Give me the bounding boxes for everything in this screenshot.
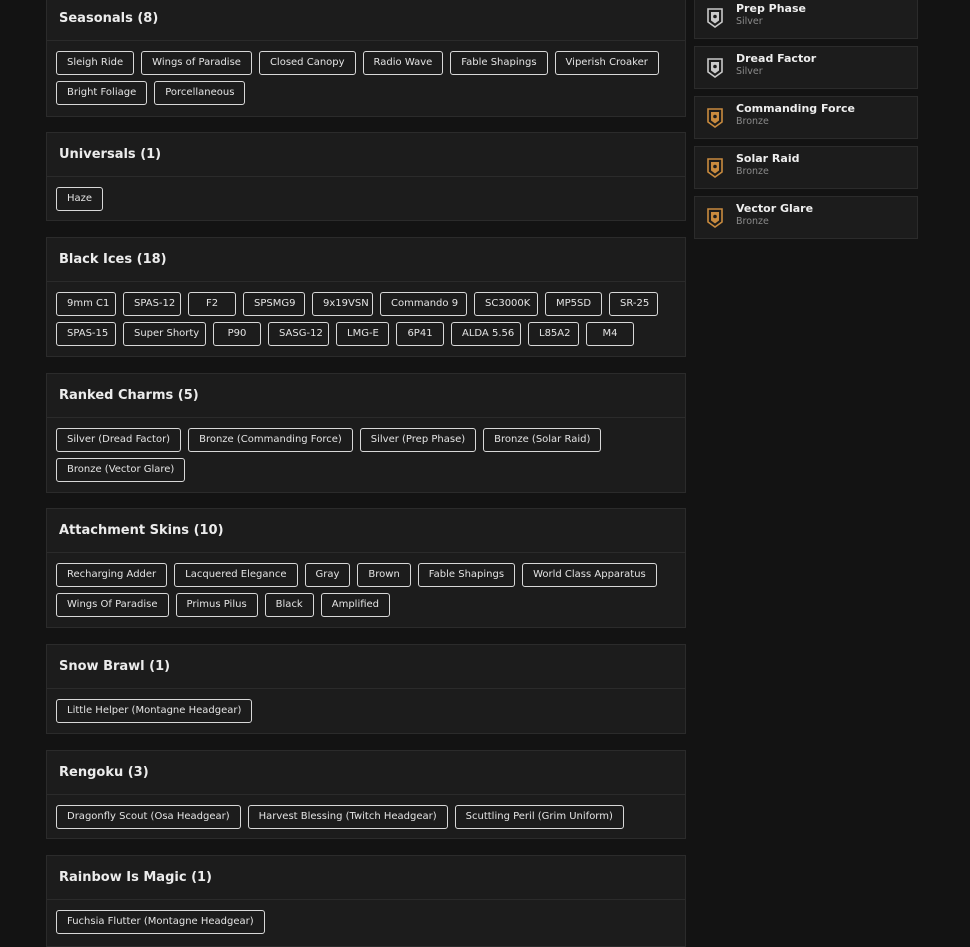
tag[interactable]: Viperish Croaker (554, 51, 659, 75)
bronze-charm-icon (707, 108, 723, 128)
tag[interactable]: ALDA 5.56 (451, 322, 521, 346)
tag[interactable]: Brown (357, 563, 411, 587)
silver-charm-icon (707, 8, 723, 28)
tag[interactable]: 9mm C1 (56, 292, 116, 316)
section-rengoku: Rengoku (3) Dragonfly Scout (Osa Headgea… (46, 750, 686, 839)
tag[interactable]: Silver (Prep Phase) (359, 428, 477, 452)
tag-list: Sleigh Ride Wings of Paradise Closed Can… (47, 41, 685, 113)
tag[interactable]: Super Shorty (123, 322, 206, 346)
tag[interactable]: LMG-E (336, 322, 389, 346)
tag[interactable]: Black (264, 593, 314, 617)
charm-tier: Silver (736, 66, 763, 77)
tag[interactable]: SPAS-15 (56, 322, 116, 346)
tag[interactable]: Recharging Adder (56, 563, 168, 587)
tag[interactable]: Closed Canopy (258, 51, 356, 75)
charm-card-prep-phase[interactable]: Prep Phase Silver (694, 0, 918, 39)
tag[interactable]: Bronze (Vector Glare) (56, 458, 186, 482)
charm-card-vector-glare[interactable]: Vector Glare Bronze (694, 196, 918, 239)
tag[interactable]: M4 (586, 322, 634, 346)
charm-card-solar-raid[interactable]: Solar Raid Bronze (694, 146, 918, 189)
tag[interactable]: MP5SD (545, 292, 602, 316)
tag[interactable]: Little Helper (Montagne Headgear) (56, 699, 253, 723)
tag[interactable]: SPSMG9 (243, 292, 305, 316)
tag[interactable]: Scuttling Peril (Grim Uniform) (454, 805, 624, 829)
section-universals: Universals (1) Haze (46, 132, 686, 221)
section-black-ices: Black Ices (18) 9mm C1 SPAS-12 F2 SPSMG9… (46, 237, 686, 357)
tag[interactable]: Bronze (Solar Raid) (483, 428, 602, 452)
tag[interactable]: SR-25 (609, 292, 658, 316)
section-title: Snow Brawl (1) (47, 645, 685, 689)
charm-tier: Bronze (736, 116, 769, 127)
tag[interactable]: Fable Shapings (450, 51, 548, 75)
charm-card-dread-factor[interactable]: Dread Factor Silver (694, 46, 918, 89)
tag[interactable]: SASG-12 (268, 322, 329, 346)
tag[interactable]: 9x19VSN (312, 292, 373, 316)
section-title: Black Ices (18) (47, 238, 685, 282)
tag[interactable]: P90 (213, 322, 261, 346)
tag[interactable]: Sleigh Ride (56, 51, 135, 75)
section-seasonals: Seasonals (8) Sleigh Ride Wings of Parad… (46, 0, 686, 117)
silver-charm-icon (707, 58, 723, 78)
section-title: Attachment Skins (10) (47, 509, 685, 553)
tag[interactable]: World Class Apparatus (522, 563, 657, 587)
tag-list: Dragonfly Scout (Osa Headgear) Harvest B… (47, 795, 685, 837)
section-title: Seasonals (8) (47, 0, 685, 41)
section-title: Ranked Charms (5) (47, 374, 685, 418)
tag[interactable]: SC3000K (474, 292, 538, 316)
section-rainbow-is-magic: Rainbow Is Magic (1) Fuchsia Flutter (Mo… (46, 855, 686, 947)
charm-tier: Silver (736, 16, 763, 27)
tag[interactable]: Wings Of Paradise (56, 593, 169, 617)
tag[interactable]: Bright Foliage (56, 81, 148, 105)
tag[interactable]: Commando 9 (380, 292, 467, 316)
tag[interactable]: Fable Shapings (417, 563, 516, 587)
tag[interactable]: Fuchsia Flutter (Montagne Headgear) (56, 910, 265, 934)
tag[interactable]: Lacquered Elegance (174, 563, 298, 587)
charm-tier: Bronze (736, 216, 769, 227)
charm-name: Prep Phase (736, 2, 806, 15)
charm-name: Solar Raid (736, 152, 800, 165)
tag[interactable]: Wings of Paradise (141, 51, 252, 75)
tag[interactable]: L85A2 (528, 322, 579, 346)
section-snow-brawl: Snow Brawl (1) Little Helper (Montagne H… (46, 644, 686, 734)
tag[interactable]: Dragonfly Scout (Osa Headgear) (56, 805, 241, 829)
tag-list: Fuchsia Flutter (Montagne Headgear) (47, 900, 685, 942)
tag-list: Haze (47, 177, 685, 219)
charm-name: Commanding Force (736, 102, 856, 115)
charm-tier: Bronze (736, 166, 769, 177)
tag[interactable]: Gray (304, 563, 351, 587)
tag-list: Silver (Dread Factor) Bronze (Commanding… (47, 418, 685, 490)
tag[interactable]: Porcellaneous (154, 81, 246, 105)
tag[interactable]: Primus Pilus (175, 593, 258, 617)
tag[interactable]: Haze (56, 187, 104, 211)
tag[interactable]: SPAS-12 (123, 292, 181, 316)
tag[interactable]: F2 (188, 292, 236, 316)
tag[interactable]: Silver (Dread Factor) (56, 428, 182, 452)
tag[interactable]: Amplified (320, 593, 391, 617)
section-title: Rengoku (3) (47, 751, 685, 795)
tag[interactable]: 6P41 (396, 322, 444, 346)
charm-name: Dread Factor (736, 52, 817, 65)
tag[interactable]: Harvest Blessing (Twitch Headgear) (247, 805, 448, 829)
section-ranked-charms: Ranked Charms (5) Silver (Dread Factor) … (46, 373, 686, 493)
tag[interactable]: Bronze (Commanding Force) (188, 428, 353, 452)
section-attachment-skins: Attachment Skins (10) Recharging Adder L… (46, 508, 686, 628)
tag[interactable]: Radio Wave (362, 51, 444, 75)
tag-list: Little Helper (Montagne Headgear) (47, 689, 685, 731)
bronze-charm-icon (707, 158, 723, 178)
charm-card-commanding-force[interactable]: Commanding Force Bronze (694, 96, 918, 139)
tag-list: Recharging Adder Lacquered Elegance Gray… (47, 553, 685, 625)
section-title: Rainbow Is Magic (1) (47, 856, 685, 900)
charm-name: Vector Glare (736, 202, 814, 215)
bronze-charm-icon (707, 208, 723, 228)
tag-list: 9mm C1 SPAS-12 F2 SPSMG9 9x19VSN Command… (47, 282, 685, 354)
section-title: Universals (1) (47, 133, 685, 177)
